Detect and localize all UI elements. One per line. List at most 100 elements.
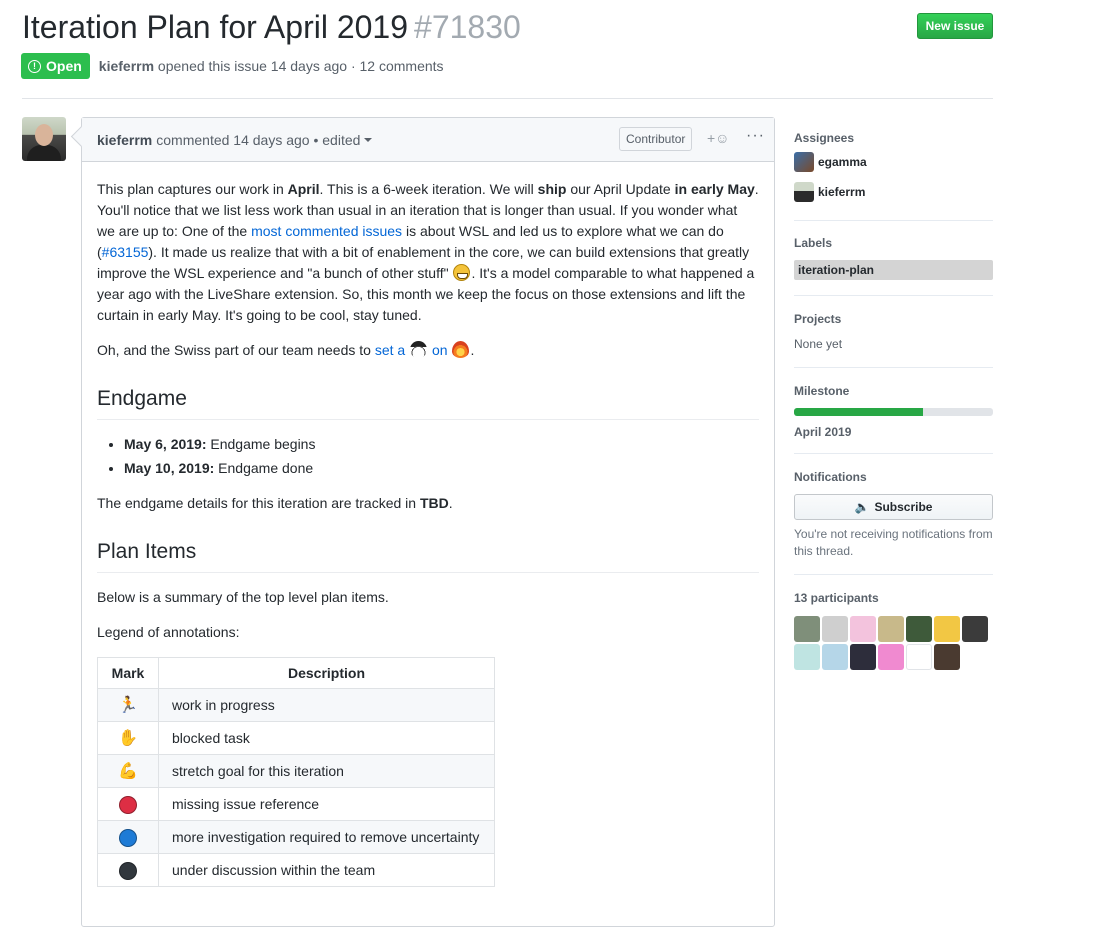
- subscribe-button[interactable]: 🔈 Subscribe: [794, 494, 993, 520]
- issue-author-link[interactable]: kieferrm: [99, 58, 154, 74]
- avatar: [794, 152, 814, 172]
- table-row: ✋ blocked task: [97, 721, 495, 755]
- list-item: May 10, 2019: Endgame done: [124, 458, 759, 479]
- participant-avatar[interactable]: [850, 644, 876, 670]
- table-row: 💪 stretch goal for this iteration: [97, 754, 495, 788]
- issue-title-text: Iteration Plan for April 2019: [22, 9, 409, 45]
- kebab-menu-icon[interactable]: ···: [746, 127, 765, 145]
- table-cell: under discussion within the team: [158, 853, 495, 887]
- participant-avatar[interactable]: [934, 644, 960, 670]
- milestone-section: Milestone April 2019: [794, 384, 993, 439]
- black-circle-icon: [119, 861, 137, 880]
- projects-heading[interactable]: Projects: [794, 312, 993, 326]
- author-avatar[interactable]: [22, 117, 66, 161]
- assignees-section: Assignees egamma kieferrm: [794, 131, 993, 202]
- blue-circle-icon: [119, 828, 137, 847]
- table-header-row: Mark Description: [97, 657, 495, 689]
- legend-table: Mark Description 🏃 work in progress ✋ bl…: [97, 657, 495, 887]
- table-cell: missing issue reference: [158, 787, 495, 821]
- assignees-heading[interactable]: Assignees: [794, 131, 993, 145]
- mark-column-header: Mark: [97, 657, 159, 689]
- projects-value: None yet: [794, 337, 843, 351]
- fire-icon: [452, 341, 470, 358]
- participants-section: 13 participants: [794, 591, 993, 670]
- participant-avatar[interactable]: [794, 644, 820, 670]
- plan-summary: Below is a summary of the top level plan…: [97, 589, 389, 605]
- description-column-header: Description: [158, 657, 495, 689]
- participant-avatar[interactable]: [962, 616, 988, 642]
- sidebar-divider: [794, 574, 993, 575]
- issue-author-name: kieferrm: [98, 58, 155, 74]
- participant-avatar[interactable]: [906, 644, 932, 670]
- avatar: [794, 182, 814, 202]
- milestone-heading[interactable]: Milestone: [794, 384, 993, 398]
- sidebar-divider: [794, 367, 993, 368]
- contributor-badge: Contributor: [619, 127, 693, 151]
- table-row: 🏃 work in progress: [97, 688, 495, 722]
- issue-comment: kieferrm commented 14 days ago • edited …: [81, 117, 775, 927]
- grinning-face-icon: [453, 264, 471, 281]
- state-label: Open: [46, 58, 82, 74]
- notifications-heading: Notifications: [794, 470, 867, 484]
- participant-avatar[interactable]: [934, 616, 960, 642]
- on-link[interactable]: on: [432, 342, 448, 358]
- subscribe-label: Subscribe: [874, 500, 933, 514]
- most-commented-issues-link[interactable]: most commented issues: [251, 223, 402, 239]
- issue-63155-link[interactable]: #63155: [102, 244, 149, 260]
- issue-meta-text: kieferrm opened this issue 14 days ago ·…: [99, 58, 444, 74]
- set-a-link[interactable]: set a: [375, 342, 405, 358]
- projects-section: Projects None yet: [794, 312, 993, 351]
- labels-heading[interactable]: Labels: [794, 236, 993, 250]
- comment-header: kieferrm commented 14 days ago • edited …: [82, 118, 774, 162]
- milestone-name[interactable]: April 2019: [794, 425, 993, 439]
- endgame-heading: Endgame: [97, 385, 759, 420]
- participants-heading: 13 participants: [794, 591, 879, 605]
- milestone-progress-fill: [794, 408, 924, 416]
- table-cell: work in progress: [158, 688, 495, 722]
- intro-paragraph: This plan captures our work in April. Th…: [97, 181, 759, 323]
- endgame-note: The endgame details for this iteration a…: [97, 495, 453, 511]
- notifications-text: You're not receiving notifications from …: [794, 527, 993, 558]
- participant-avatar[interactable]: [822, 644, 848, 670]
- issue-opened-text: opened this issue 14 days ago · 12 comme…: [154, 58, 444, 74]
- header-divider: [22, 98, 993, 99]
- table-row: missing issue reference: [97, 787, 495, 821]
- sidebar-divider: [794, 453, 993, 454]
- list-item: May 6, 2019: Endgame begins: [124, 434, 759, 455]
- participant-avatar[interactable]: [878, 616, 904, 642]
- swiss-paragraph: Oh, and the Swiss part of our team needs…: [97, 341, 475, 358]
- new-issue-button[interactable]: New issue: [917, 13, 993, 39]
- participant-avatar[interactable]: [822, 616, 848, 642]
- legend-intro: Legend of annotations:: [97, 624, 240, 640]
- speaker-icon: 🔈: [854, 500, 870, 514]
- state-badge: ! Open: [21, 53, 90, 79]
- participant-avatar[interactable]: [794, 616, 820, 642]
- assignee-egamma[interactable]: egamma: [794, 152, 993, 172]
- red-circle-icon: [119, 795, 137, 814]
- milestone-progress-bar: [794, 408, 993, 416]
- comment-author-link[interactable]: kieferrm: [97, 132, 156, 148]
- participant-avatar[interactable]: [850, 616, 876, 642]
- plan-items-heading: Plan Items: [97, 538, 759, 573]
- assignee-name: egamma: [818, 155, 867, 169]
- issue-number: #71830: [414, 9, 521, 45]
- label-iteration-plan[interactable]: iteration-plan: [794, 260, 993, 280]
- chevron-down-icon[interactable]: [364, 137, 373, 142]
- sidebar-divider: [794, 220, 993, 221]
- running-icon: 🏃: [118, 696, 138, 714]
- table-cell: more investigation required to remove un…: [158, 820, 495, 854]
- issue-meta: ! Open kieferrm opened this issue 14 day…: [21, 53, 444, 79]
- labels-section: Labels iteration-plan: [794, 236, 993, 280]
- assignee-kieferrm[interactable]: kieferrm: [794, 182, 993, 202]
- table-cell: blocked task: [158, 721, 495, 755]
- snowman-icon: [410, 341, 428, 358]
- endgame-list: May 6, 2019: Endgame begins May 10, 2019…: [97, 434, 759, 479]
- notifications-section: Notifications 🔈 Subscribe You're not rec…: [794, 470, 993, 560]
- participant-avatar[interactable]: [878, 644, 904, 670]
- table-row: more investigation required to remove un…: [97, 820, 495, 854]
- issue-opened-icon: !: [28, 59, 41, 73]
- participant-avatar[interactable]: [906, 616, 932, 642]
- table-cell: stretch goal for this iteration: [158, 754, 495, 788]
- add-reaction-icon[interactable]: +☺: [707, 130, 729, 146]
- comment-timestamp[interactable]: commented 14 days ago • edited: [156, 132, 360, 148]
